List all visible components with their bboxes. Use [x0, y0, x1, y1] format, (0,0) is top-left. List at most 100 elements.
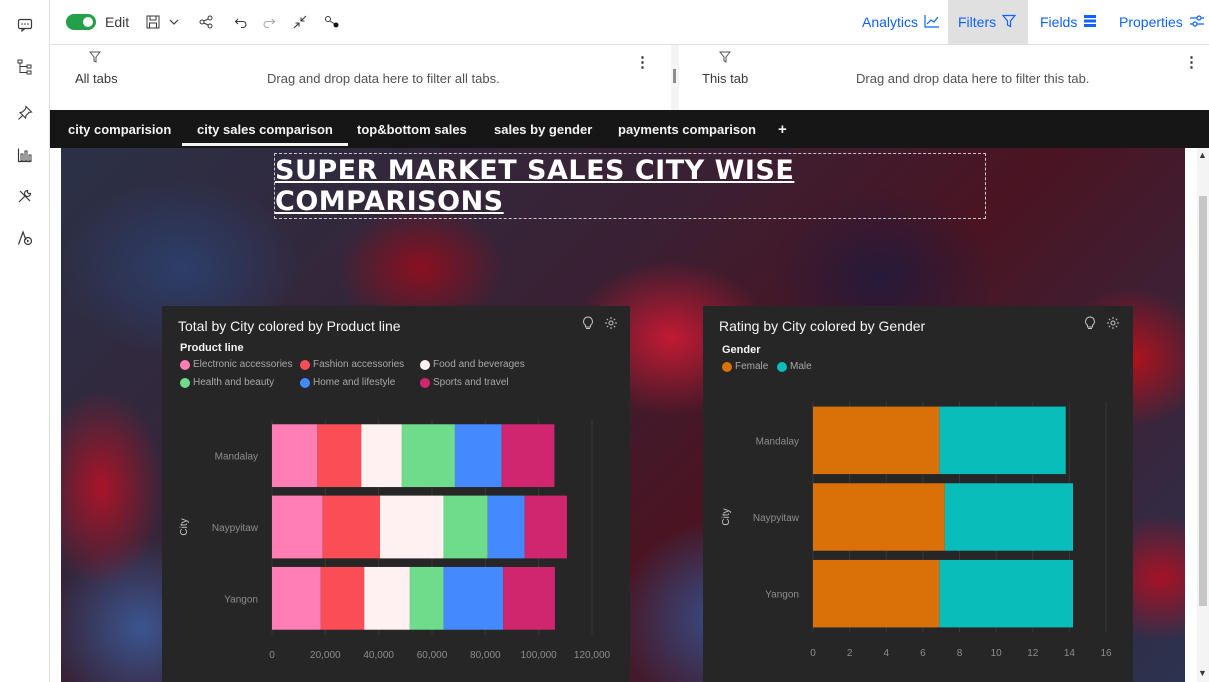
x-tick-label: 10 — [991, 648, 1003, 659]
x-tick-label: 20,000 — [310, 650, 341, 661]
tab-top-bottom-sales[interactable]: top&bottom sales — [357, 110, 467, 148]
bar-segment — [401, 424, 455, 488]
analytics-label: Analytics — [862, 14, 919, 30]
x-tick-label: 100,000 — [521, 650, 558, 661]
pin-icon[interactable] — [13, 101, 37, 125]
tab-bar: city comparision city sales comparison t… — [50, 110, 1209, 148]
edit-toggle[interactable] — [66, 0, 96, 44]
bar-segment — [272, 566, 321, 630]
this-tab-label: This tab — [702, 71, 749, 86]
properties-icon — [1189, 14, 1205, 31]
filter-icon — [1001, 14, 1017, 31]
bar-segment — [524, 495, 567, 559]
overflow-menu-icon[interactable]: ⋮ — [635, 53, 650, 71]
bar-segment — [443, 566, 504, 630]
bar-segment — [501, 424, 555, 488]
all-tabs-filter-panel[interactable]: All tabs Drag and drop data here to filt… — [50, 45, 671, 111]
bar-segment — [317, 424, 362, 488]
all-tabs-label: All tabs — [75, 71, 118, 86]
analytics-link[interactable]: Analytics — [852, 0, 950, 44]
x-tick-label: 40,000 — [363, 650, 394, 661]
properties-label: Properties — [1119, 14, 1183, 30]
bar-segment — [322, 495, 380, 559]
collapse-icon[interactable] — [293, 0, 307, 44]
x-tick-label: 12 — [1027, 648, 1039, 659]
x-tick-label: 4 — [883, 648, 889, 659]
y-axis-title: City — [179, 518, 190, 535]
filter-divider-handle[interactable] — [671, 45, 679, 111]
product-line-chart: 0 20,000 40,000 60,000 80,000 100,000 120,000 M… — [179, 420, 611, 661]
bar-segment — [272, 495, 323, 559]
bar-segment — [939, 406, 1066, 475]
tab-sales-by-gender[interactable]: sales by gender — [494, 110, 592, 148]
x-tick-label: 80,000 — [470, 650, 501, 661]
data-tree-icon[interactable] — [13, 55, 37, 79]
bar-segment — [364, 566, 410, 630]
gender-rating-chart-panel[interactable]: Rating by City colored by Gender Gender … — [703, 306, 1133, 682]
save-icon[interactable] — [146, 0, 160, 44]
x-tick-label: 14 — [1064, 648, 1076, 659]
bar-segment — [272, 424, 318, 488]
top-toolbar: Edit Analytics Filters Fields Properties — [50, 0, 1209, 44]
share-icon[interactable] — [199, 0, 213, 44]
product-line-chart-panel[interactable]: Total by City colored by Product line Pr… — [162, 306, 630, 682]
bar-segment — [320, 566, 365, 630]
left-rail — [0, 0, 50, 682]
this-tab-filter-panel[interactable]: This tab Drag and drop data here to filt… — [679, 45, 1209, 111]
y-tick-label: Naypyitaw — [753, 513, 800, 524]
filters-label: Filters — [958, 14, 997, 30]
bar-segment — [813, 559, 940, 628]
x-tick-label: 0 — [269, 650, 275, 661]
tools-icon[interactable] — [13, 184, 37, 208]
dashboard-canvas: SUPER MARKET SALES CITY WISE COMPARISONS… — [61, 148, 1185, 682]
analytics-icon — [924, 14, 940, 31]
scroll-down-icon[interactable]: ▼ — [1198, 668, 1207, 678]
add-tab-button[interactable]: + — [778, 110, 787, 148]
x-tick-label: 8 — [957, 648, 963, 659]
properties-link[interactable]: Properties — [1109, 0, 1209, 44]
x-tick-label: 0 — [810, 648, 816, 659]
chevron-down-icon[interactable] — [169, 0, 179, 44]
edit-label: Edit — [105, 14, 130, 30]
bar-segment — [939, 559, 1074, 628]
y-tick-label: Yangon — [224, 594, 258, 605]
x-tick-label: 6 — [920, 648, 926, 659]
x-tick-label: 120,000 — [574, 650, 611, 661]
tab-payments-comparison[interactable]: payments comparison — [618, 110, 756, 148]
filters-link[interactable]: Filters — [948, 0, 1028, 44]
bar-segment — [813, 406, 940, 475]
redo-icon[interactable] — [262, 0, 276, 44]
fields-icon — [1083, 14, 1097, 31]
this-tab-hint: Drag and drop data here to filter this t… — [856, 71, 1090, 86]
dashboard-title: SUPER MARKET SALES CITY WISE COMPARISONS — [275, 155, 795, 217]
dashboard-title-box[interactable]: SUPER MARKET SALES CITY WISE COMPARISONS — [274, 153, 986, 219]
filter-bar: All tabs Drag and drop data here to filt… — [50, 44, 1209, 111]
filter-icon — [87, 51, 103, 65]
y-axis-title: City — [721, 508, 732, 525]
overflow-menu-icon[interactable]: ⋮ — [1184, 53, 1199, 71]
all-tabs-hint: Drag and drop data here to filter all ta… — [267, 71, 500, 86]
bar-segment — [443, 495, 488, 559]
visualizations-icon[interactable] — [13, 143, 37, 167]
bar-segment — [361, 424, 402, 488]
undo-icon[interactable] — [234, 0, 248, 44]
comment-icon[interactable] — [13, 13, 37, 37]
bar-segment — [813, 483, 945, 551]
assistant-icon[interactable] — [13, 226, 37, 250]
bar-segment — [944, 483, 1074, 551]
bar-segment — [503, 566, 555, 630]
scroll-up-icon[interactable]: ▲ — [1198, 150, 1207, 160]
bar-segment — [380, 495, 444, 559]
scrollbar-thumb[interactable] — [1199, 196, 1207, 606]
y-tick-label: Mandalay — [215, 452, 258, 463]
tab-city-sales-comparison[interactable]: city sales comparison — [182, 110, 348, 148]
x-tick-label: 2 — [847, 648, 853, 659]
y-tick-label: Mandalay — [756, 436, 799, 447]
fields-link[interactable]: Fields — [1030, 0, 1107, 44]
drill-icon[interactable] — [324, 0, 340, 44]
toggle-switch[interactable] — [66, 14, 96, 30]
canvas-scrollbar[interactable]: ▲ ▼ — [1197, 148, 1209, 682]
filter-icon — [717, 51, 733, 65]
x-tick-label: 16 — [1100, 648, 1112, 659]
tab-city-comparision[interactable]: city comparision — [68, 110, 171, 148]
